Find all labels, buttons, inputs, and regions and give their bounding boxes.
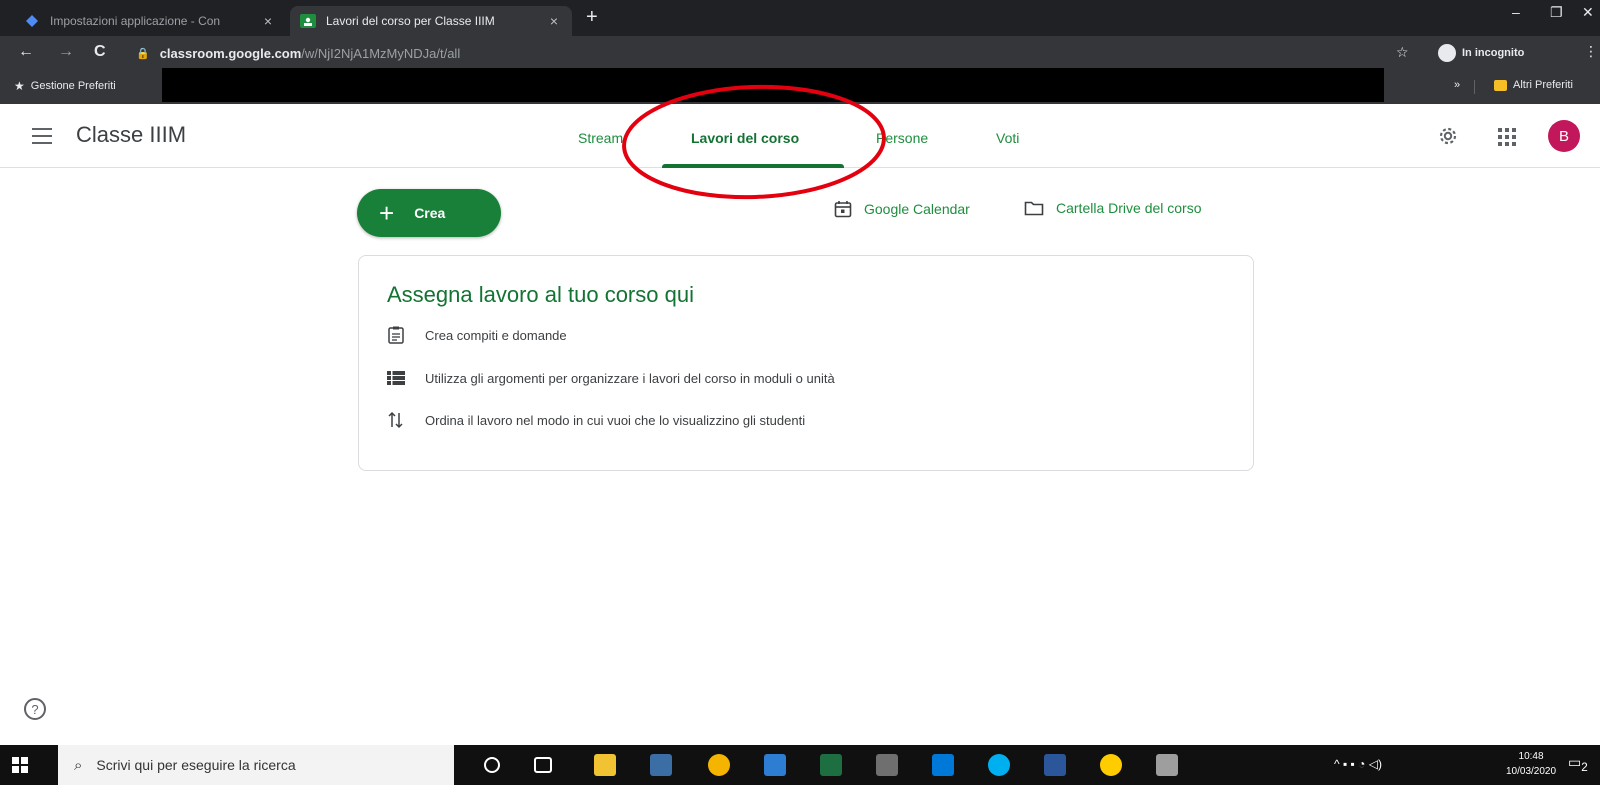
browser-menu-icon[interactable]: ⋮ (1584, 43, 1598, 60)
empty-state-item-text: Ordina il lavoro nel modo in cui vuoi ch… (425, 412, 806, 428)
snipping-tool-icon[interactable] (650, 754, 672, 776)
incognito-icon (1438, 44, 1456, 62)
taskbar-search-field[interactable]: ⌕ Scrivi qui per eseguire la ricerca (58, 745, 454, 785)
url-path: /w/NjI2NjA1MzMyNDJa/t/all (301, 45, 461, 61)
url-field[interactable]: 🔒 classroom.google.com /w/NjI2NjA1MzMyND… (126, 41, 1376, 65)
folder-icon (1494, 79, 1507, 91)
back-button[interactable]: ← (18, 43, 34, 61)
file-explorer-icon[interactable] (594, 754, 616, 776)
restore-button[interactable]: ❐ (1550, 4, 1563, 21)
notification-count: 2 (1581, 760, 1588, 774)
tab-persone[interactable]: Persone (876, 130, 928, 146)
other-bookmarks-label: Altri Preferiti (1513, 79, 1573, 91)
chrome-icon[interactable] (708, 754, 730, 776)
forward-button[interactable]: → (58, 43, 74, 61)
folder-outline-icon (1024, 201, 1044, 216)
google-apps-icon[interactable] (1498, 128, 1516, 146)
bookmark-star-icon[interactable]: ☆ (1396, 44, 1409, 61)
browser-tab-classroom[interactable]: Lavori del corso per Classe IIIM × (290, 6, 572, 36)
excel-icon[interactable] (820, 754, 842, 776)
mail-icon[interactable] (932, 754, 954, 776)
bookmarks-overflow-button[interactable]: » (1454, 79, 1460, 91)
classroom-header: Classe IIIM Stream Lavori del corso Pers… (0, 104, 1600, 168)
bookmark-manager-label: Gestione Preferiti (30, 80, 116, 92)
address-bar: ← → C 🔒 classroom.google.com /w/NjI2NjA1… (0, 36, 1600, 70)
empty-state-item: Utilizza gli argomenti per organizzare i… (387, 369, 835, 387)
app-icon[interactable] (1100, 754, 1122, 776)
system-tray-icons[interactable]: ^ ▪ ▪ ◔ ◁) (1334, 757, 1382, 771)
incognito-indicator[interactable]: In incognito (1438, 44, 1524, 62)
system-clock[interactable]: 10:48 10/03/2020 (1506, 749, 1556, 779)
class-title[interactable]: Classe IIIM (76, 122, 186, 148)
window-close-button[interactable]: ✕ (1582, 4, 1594, 21)
calendar-icon (834, 201, 852, 218)
redacted-area (162, 68, 1384, 102)
close-tab-icon[interactable]: × (260, 13, 276, 29)
other-bookmarks-folder[interactable]: Altri Preferiti (1494, 79, 1573, 91)
help-icon[interactable]: ? (24, 698, 46, 720)
bookmark-manager-link[interactable]: ★ Gestione Preferiti (14, 79, 116, 93)
close-tab-icon[interactable]: × (546, 13, 562, 29)
windows-start-icon[interactable] (12, 757, 28, 773)
drive-folder-link[interactable]: Cartella Drive del corso (1024, 200, 1202, 216)
tab-title: Impostazioni applicazione - Con (50, 14, 221, 28)
empty-state-item-text: Utilizza gli argomenti per organizzare i… (425, 370, 835, 386)
calculator-icon[interactable] (876, 754, 898, 776)
browser-tab-settings[interactable]: Impostazioni applicazione - Con × (14, 6, 286, 36)
account-avatar[interactable]: B (1548, 120, 1580, 152)
empty-state-card: Assegna lavoro al tuo corso qui Crea com… (358, 255, 1254, 471)
empty-state-title: Assegna lavoro al tuo corso qui (387, 282, 694, 307)
taskbar-search-placeholder: Scrivi qui per eseguire la ricerca (96, 757, 296, 773)
assignment-icon (387, 326, 405, 344)
tab-stream[interactable]: Stream (578, 130, 623, 146)
bookmarks-divider (1474, 80, 1475, 94)
skype-icon[interactable] (988, 754, 1010, 776)
new-tab-button[interactable]: + (586, 6, 598, 29)
tab-voti[interactable]: Voti (996, 130, 1019, 146)
windows-taskbar: ⌕ Scrivi qui per eseguire la ricerca ^ ▪… (0, 745, 1600, 785)
search-icon: ⌕ (74, 756, 83, 774)
empty-state-item-text: Crea compiti e domande (425, 327, 567, 343)
tab-title: Lavori del corso per Classe IIIM (326, 14, 495, 28)
create-button-label: Crea (414, 205, 446, 221)
empty-state-item: Crea compiti e domande (387, 326, 567, 344)
app-icon[interactable] (764, 754, 786, 776)
topic-list-icon (387, 369, 405, 387)
notification-center-icon[interactable]: ▭2 (1568, 754, 1590, 776)
plus-icon: + (379, 198, 395, 228)
class-settings-gear-icon[interactable] (1436, 124, 1460, 148)
classroom-favicon-icon (300, 13, 316, 29)
clock-time: 10:48 (1518, 751, 1544, 762)
star-icon: ★ (14, 79, 25, 93)
minimize-button[interactable]: – (1512, 4, 1520, 20)
drive-folder-label: Cartella Drive del corso (1056, 200, 1202, 216)
main-menu-icon[interactable] (32, 128, 52, 144)
empty-state-item: Ordina il lavoro nel modo in cui vuoi ch… (387, 411, 805, 429)
word-icon[interactable] (1044, 754, 1066, 776)
clock-date: 10/03/2020 (1506, 766, 1557, 777)
incognito-label: In incognito (1462, 47, 1525, 59)
app-settings-favicon-icon (24, 13, 40, 29)
google-calendar-link[interactable]: Google Calendar (834, 200, 970, 218)
tab-lavori-del-corso[interactable]: Lavori del corso (691, 130, 799, 146)
lock-icon: 🔒 (136, 47, 150, 60)
app-icon[interactable] (1156, 754, 1178, 776)
create-button[interactable]: + Crea (357, 189, 501, 237)
reload-button[interactable]: C (94, 43, 106, 61)
active-tab-indicator (662, 164, 844, 168)
task-view-icon[interactable] (534, 757, 552, 773)
browser-tab-bar: Impostazioni applicazione - Con × Lavori… (0, 0, 1600, 36)
cortana-icon[interactable] (484, 757, 500, 773)
reorder-icon (387, 411, 405, 429)
url-host: classroom.google.com (159, 45, 302, 61)
google-calendar-label: Google Calendar (864, 201, 970, 217)
